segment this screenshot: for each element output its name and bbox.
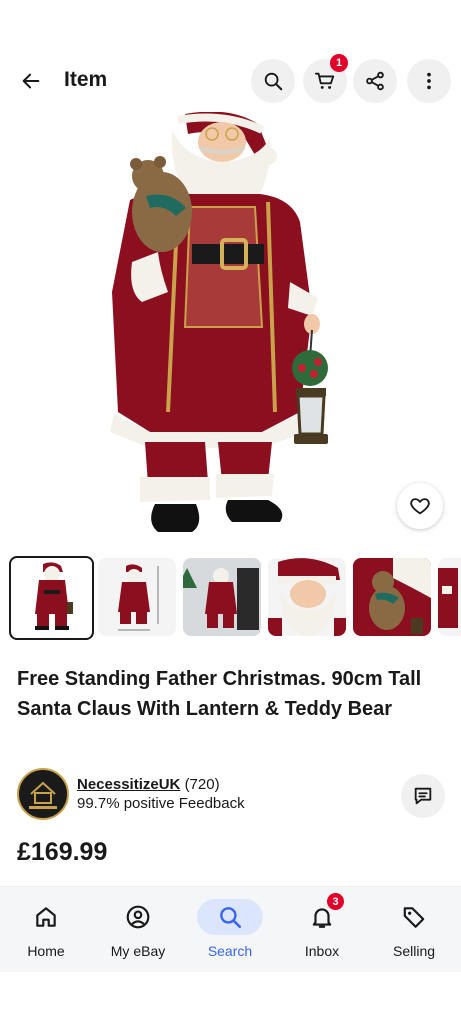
nav-selling-label: Selling [392, 943, 436, 959]
seller-logo[interactable] [17, 768, 69, 820]
thumbnail-strip[interactable] [9, 556, 461, 640]
heart-icon [410, 498, 430, 515]
nav-home[interactable]: Home [0, 887, 92, 973]
thumbnail-1[interactable] [9, 556, 94, 640]
santa-illustration [110, 111, 328, 532]
search-button[interactable] [251, 59, 295, 103]
page-title: Item [64, 68, 108, 91]
nav-my-ebay[interactable]: My eBay [92, 887, 184, 973]
santa-thumb-icon [35, 562, 73, 630]
cart-badge: 1 [330, 54, 348, 72]
cart-button[interactable]: 1 [303, 54, 348, 103]
user-icon [126, 905, 150, 929]
nav-inbox[interactable]: 3 Inbox [276, 887, 368, 973]
nav-my-ebay-icon-wrap [105, 899, 171, 935]
nav-search-icon-wrap [197, 899, 263, 935]
nav-selling-icon-wrap [381, 899, 447, 935]
back-arrow-icon [22, 73, 40, 89]
inbox-badge: 3 [327, 893, 344, 910]
nav-selling[interactable]: Selling [368, 887, 460, 973]
more-options-button[interactable] [407, 59, 451, 103]
more-vertical-icon [427, 72, 431, 90]
nav-inbox-icon-wrap: 3 [289, 893, 355, 935]
nav-home-label: Home [27, 943, 65, 959]
contact-seller-button[interactable] [401, 774, 445, 818]
santa-scene-icon [183, 558, 261, 636]
santa-face-icon [268, 558, 346, 636]
item-price: £169.99 [17, 838, 108, 866]
nav-home-icon-wrap [13, 899, 79, 935]
cart-icon [314, 72, 335, 89]
thumbnail-2[interactable] [98, 558, 176, 636]
santa-partial-icon [438, 568, 458, 628]
search-icon [264, 72, 283, 91]
search-icon [220, 907, 242, 929]
thumbnail-4[interactable] [268, 558, 346, 636]
thumbnail-5[interactable] [353, 558, 431, 636]
seller-feedback-score: 99.7% positive Feedback [77, 795, 245, 812]
seller-info: NecessitizeUK (720) 99.7% positive Feedb… [17, 768, 447, 822]
santa-dimensions-icon [118, 564, 159, 631]
bottom-navigation: Home My eBay Search 3 Inbox Selling [0, 886, 461, 972]
watch-button[interactable] [397, 483, 443, 529]
nav-search[interactable]: Search [184, 887, 276, 973]
top-app-bar: Item 1 [0, 54, 461, 106]
seller-feedback-count: (720) [184, 776, 220, 793]
home-icon [36, 907, 56, 927]
nav-inbox-label: Inbox [304, 943, 340, 959]
tag-icon [403, 907, 425, 928]
product-image[interactable] [0, 111, 461, 542]
house-logo-icon [29, 781, 57, 809]
seller-name-link[interactable]: NecessitizeUK [77, 776, 180, 793]
share-icon [366, 71, 384, 91]
seller-name-row: NecessitizeUK (720) [77, 776, 220, 793]
nav-search-label: Search [207, 943, 253, 959]
thumbnail-6[interactable] [438, 558, 461, 636]
back-button[interactable] [14, 64, 48, 98]
message-icon [414, 787, 432, 805]
share-button[interactable] [353, 59, 397, 103]
teddy-bear-icon [353, 558, 431, 636]
thumbnail-3[interactable] [183, 558, 261, 636]
item-title: Free Standing Father Christmas. 90cm Tal… [17, 668, 422, 720]
nav-my-ebay-label: My eBay [110, 943, 166, 959]
